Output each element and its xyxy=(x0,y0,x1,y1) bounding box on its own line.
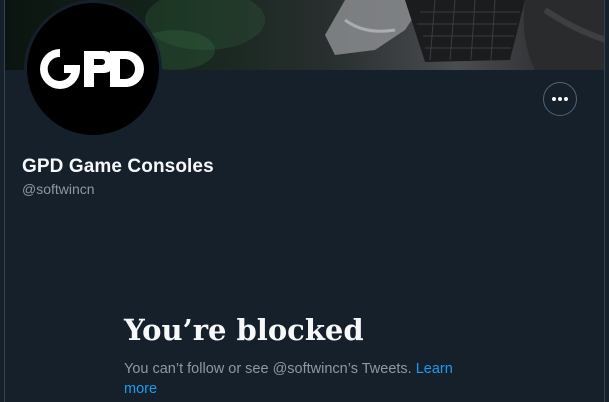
avatar-image xyxy=(27,3,159,135)
more-options-button[interactable] xyxy=(543,82,577,116)
profile-avatar[interactable] xyxy=(24,0,162,138)
gpd-logo xyxy=(40,49,144,89)
profile-display-name: GPD Game Consoles xyxy=(22,156,214,177)
blocked-description-text: You can’t follow or see @softwincn’s Twe… xyxy=(124,361,416,377)
blocked-description: You can’t follow or see @softwincn’s Twe… xyxy=(124,359,484,399)
blocked-title: You’re blocked xyxy=(124,313,364,347)
profile-handle: @softwincn xyxy=(22,181,95,197)
more-horizontal-icon xyxy=(552,97,568,101)
profile-page: GPD Game Consoles @softwincn You’re bloc… xyxy=(4,0,605,402)
